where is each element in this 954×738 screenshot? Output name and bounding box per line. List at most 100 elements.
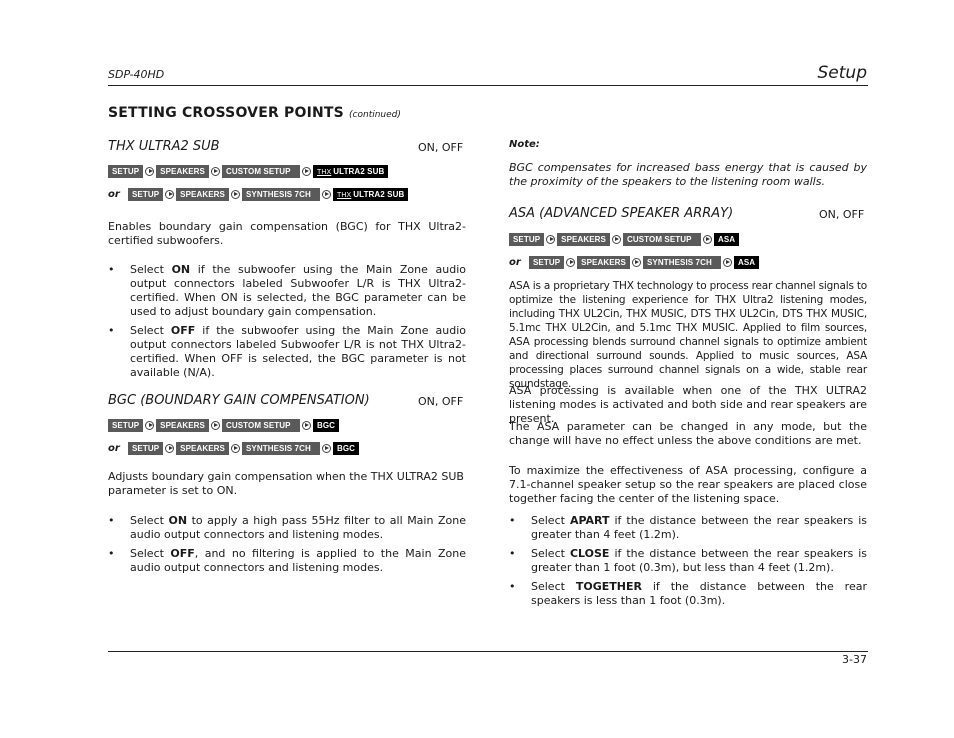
arrow-right-icon [230, 189, 240, 199]
menu-chip-asa: ASA [733, 255, 760, 269]
menu-chip-speakers: SPEAKERS [176, 441, 229, 455]
arrow-right-icon [301, 420, 311, 430]
arrow-right-icon [702, 234, 712, 244]
option-off: OFF [170, 324, 196, 337]
asa-paragraph-3: The ASA parameter can be changed in any … [509, 420, 867, 447]
thx-description: Enables boundary gain compensation (BGC)… [108, 220, 466, 247]
menu-chip-ultra2-sub: THX ULTRA2 SUB [312, 164, 389, 178]
arrow-right-icon [165, 189, 175, 199]
or-label: or [108, 188, 120, 200]
menu-chip-setup: SETUP [128, 187, 164, 201]
menu-chip-ultra2-sub: THX ULTRA2 SUB [332, 187, 409, 201]
arrow-right-icon [722, 257, 732, 267]
menu-chip-synthesis-7ch: SYNTHESIS 7CH [241, 441, 320, 455]
text: Select [130, 324, 171, 337]
menu-chip-speakers: SPEAKERS [557, 232, 610, 246]
menu-chip-custom-setup: CUSTOM SETUP [622, 232, 701, 246]
menu-chip-setup: SETUP [128, 441, 164, 455]
menu-chip-setup: SETUP [509, 232, 545, 246]
text: Select [531, 514, 570, 527]
menu-chip-synthesis-7ch: SYNTHESIS 7CH [241, 187, 320, 201]
menu-chip-label: ULTRA2 SUB [333, 166, 385, 176]
text: Select [130, 263, 172, 276]
list-item: Select OFF, and no filtering is applied … [108, 547, 466, 575]
bgc-heading: BGC (BOUNDARY GAIN COMPENSATION) [108, 393, 370, 408]
asa-heading: ASA (ADVANCED SPEAKER ARRAY) [509, 206, 734, 221]
asa-paragraph-1: ASA is a proprietary THX technology to p… [509, 280, 867, 390]
menu-chip-label: ULTRA2 SUB [353, 189, 405, 199]
list-item: Select ON if the subwoofer using the Mai… [108, 263, 466, 319]
arrow-right-icon [611, 234, 621, 244]
text: Select [130, 547, 171, 560]
thx-ultra2-sub-options: ON, OFF [418, 141, 464, 154]
bgc-options: ON, OFF [418, 395, 464, 408]
asa-menu-path-synthesis: or SETUP SPEAKERS SYNTHESIS 7CH ASA [509, 255, 760, 269]
section-continued: (continued) [349, 110, 401, 120]
option-close: CLOSE [569, 547, 610, 560]
arrow-right-icon [546, 234, 556, 244]
option-off: OFF [170, 547, 195, 560]
menu-chip-custom-setup: CUSTOM SETUP [221, 164, 300, 178]
list-item: Select TOGETHER if the distance between … [509, 580, 867, 608]
header-model: SDP-40HD [108, 68, 165, 81]
bgc-menu-path-synthesis: or SETUP SPEAKERS SYNTHESIS 7CH BGC [108, 441, 360, 455]
arrow-right-icon [145, 420, 155, 430]
text: Select [130, 514, 169, 527]
section-title: SETTING CROSSOVER POINTS (continued) [108, 105, 401, 121]
arrow-right-icon [631, 257, 641, 267]
menu-chip-speakers: SPEAKERS [156, 164, 209, 178]
option-on: ON [171, 263, 191, 276]
arrow-right-icon [165, 443, 175, 453]
header-rule [108, 85, 868, 86]
footer-rule [108, 651, 868, 652]
thx-logo: THX [336, 191, 352, 199]
menu-chip-asa: ASA [713, 232, 740, 246]
list-item: Select CLOSE if the distance between the… [509, 547, 867, 575]
thx-ultra2-sub-heading: THX ULTRA2 SUB [108, 139, 220, 154]
or-label: or [108, 442, 120, 454]
thx-menu-path-custom: SETUP SPEAKERS CUSTOM SETUP THX ULTRA2 SU… [108, 164, 389, 178]
note-text: BGC compensates for increased bass energ… [509, 161, 867, 188]
bgc-options-list: Select ON to apply a high pass 55Hz filt… [108, 514, 466, 580]
menu-chip-speakers: SPEAKERS [156, 418, 209, 432]
menu-chip-setup: SETUP [108, 418, 144, 432]
menu-chip-speakers: SPEAKERS [176, 187, 229, 201]
menu-chip-bgc: BGC [312, 418, 340, 432]
section-title-text: SETTING CROSSOVER POINTS [108, 105, 344, 121]
asa-options-list: Select APART if the distance between the… [509, 514, 867, 613]
bgc-description: Adjusts boundary gain compensation when … [108, 470, 464, 497]
arrow-right-icon [210, 420, 220, 430]
list-item: Select ON to apply a high pass 55Hz filt… [108, 514, 466, 542]
arrow-right-icon [145, 166, 155, 176]
option-on: ON [168, 514, 188, 527]
arrow-right-icon [566, 257, 576, 267]
asa-menu-path-custom: SETUP SPEAKERS CUSTOM SETUP ASA [509, 232, 740, 246]
arrow-right-icon [210, 166, 220, 176]
menu-chip-speakers: SPEAKERS [577, 255, 630, 269]
header-section: Setup [817, 63, 867, 83]
thx-options-list: Select ON if the subwoofer using the Mai… [108, 263, 466, 385]
menu-chip-setup: SETUP [108, 164, 144, 178]
asa-paragraph-4: To maximize the effectiveness of ASA pro… [509, 464, 867, 505]
arrow-right-icon [301, 166, 311, 176]
menu-chip-synthesis-7ch: SYNTHESIS 7CH [642, 255, 721, 269]
text: Select [531, 547, 570, 560]
list-item: Select OFF if the subwoofer using the Ma… [108, 324, 466, 380]
menu-chip-custom-setup: CUSTOM SETUP [221, 418, 300, 432]
arrow-right-icon [321, 189, 331, 199]
option-apart: APART [569, 514, 610, 527]
arrow-right-icon [230, 443, 240, 453]
note-label: Note: [509, 139, 540, 150]
text: Select [531, 580, 576, 593]
thx-logo: THX [316, 168, 332, 176]
arrow-right-icon [321, 443, 331, 453]
list-item: Select APART if the distance between the… [509, 514, 867, 542]
bgc-menu-path-custom: SETUP SPEAKERS CUSTOM SETUP BGC [108, 418, 340, 432]
thx-menu-path-synthesis: or SETUP SPEAKERS SYNTHESIS 7CH THX ULTRA… [108, 187, 409, 201]
menu-chip-setup: SETUP [529, 255, 565, 269]
asa-options: ON, OFF [819, 208, 865, 221]
page-number: 3-37 [842, 653, 867, 666]
menu-chip-bgc: BGC [332, 441, 360, 455]
or-label: or [509, 256, 521, 268]
option-together: TOGETHER [575, 580, 642, 593]
